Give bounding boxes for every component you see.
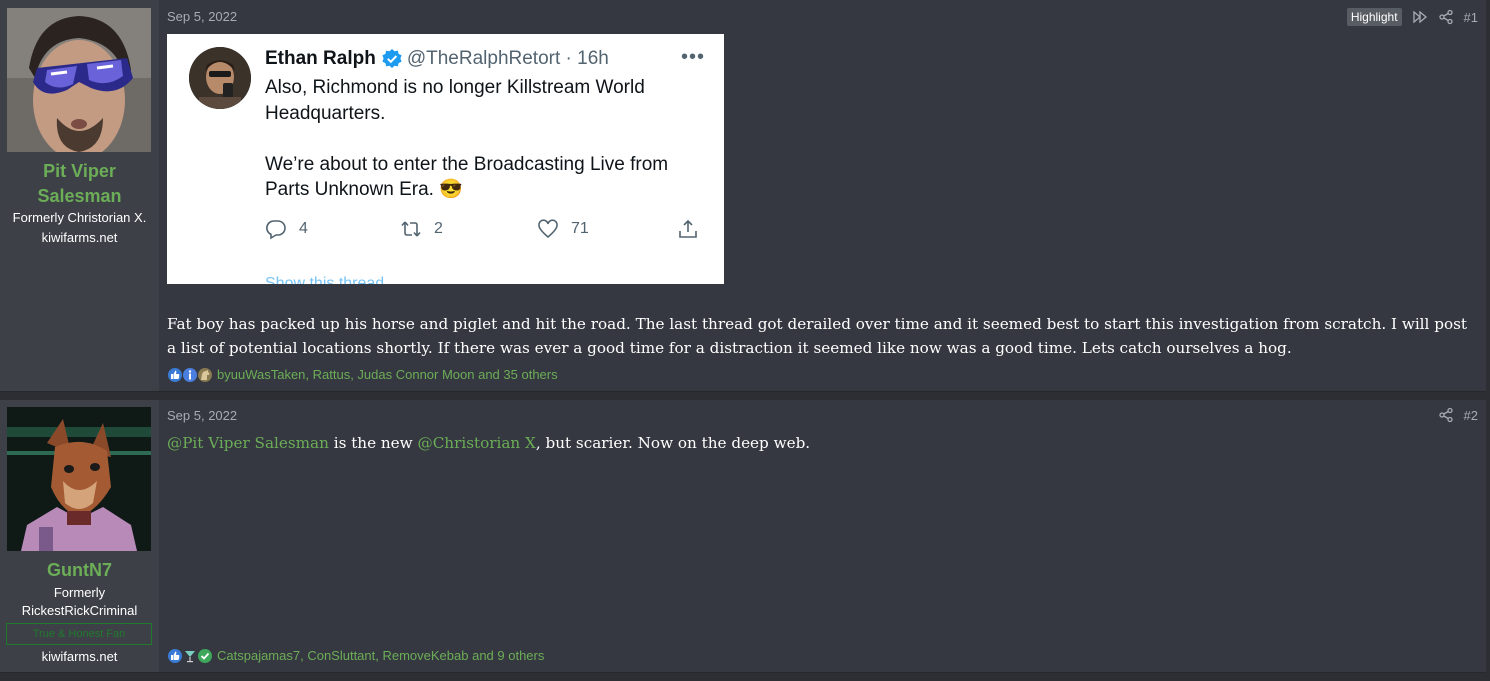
avatar[interactable]: [7, 407, 151, 551]
avatar[interactable]: [7, 8, 151, 152]
post-1: Pit Viper Salesman Formerly Christorian …: [0, 0, 1486, 392]
reply-icon: [266, 220, 286, 240]
user-title-line1: Formerly: [53, 585, 106, 600]
fast-forward-icon[interactable]: [1412, 9, 1428, 25]
upload-icon: [679, 219, 697, 238]
show-thread-link[interactable]: Show this thread: [265, 274, 415, 284]
tweet-text: Also, Richmond is no longer Killstream W…: [265, 75, 705, 203]
informative-icon: [183, 367, 197, 382]
user-title-line2: RickestRickCriminal: [21, 603, 138, 618]
tweet-header: Ethan Ralph @TheRalphRetort · 16h: [265, 48, 609, 70]
verified-badge-icon: [381, 48, 403, 70]
like-action[interactable]: 71: [537, 218, 589, 240]
reply-count: 4: [299, 220, 308, 237]
post-body: Fat boy has packed up his horse and pigl…: [167, 315, 1467, 357]
share-tweet-action[interactable]: [677, 218, 699, 240]
post-text: is the new: [328, 434, 418, 452]
post-tools: #2: [1438, 407, 1478, 423]
post-date[interactable]: Sep 5, 2022: [167, 9, 237, 24]
checkmark-icon: [198, 648, 212, 663]
mention-link[interactable]: @Christorian X: [418, 434, 536, 452]
user-title: Formerly Christorian X.: [12, 210, 147, 225]
retweet-action[interactable]: 2: [400, 218, 443, 240]
retweet-icon: [401, 221, 421, 237]
user-banner: True & Honest Fan: [6, 623, 152, 645]
post-number[interactable]: #1: [1464, 10, 1478, 25]
post-number[interactable]: #2: [1464, 408, 1478, 423]
post-tools: Highlight #1: [1346, 8, 1478, 26]
post-text: , but scarier. Now on the deep web.: [535, 434, 811, 452]
share-icon[interactable]: [1438, 407, 1454, 423]
username[interactable]: Pit Viper Salesman: [0, 159, 159, 209]
retweet-count: 2: [434, 220, 443, 237]
more-options-icon[interactable]: •••: [681, 46, 705, 69]
post-2: GuntN7 Formerly RickestRickCriminal True…: [0, 400, 1486, 673]
share-icon[interactable]: [1438, 9, 1454, 25]
user-cell: Pit Viper Salesman Formerly Christorian …: [0, 0, 159, 391]
thumbs-up-icon: [168, 367, 182, 382]
reply-action[interactable]: 4: [265, 218, 308, 240]
embedded-tweet[interactable]: Ethan Ralph @TheRalphRetort · 16h ••• Al…: [167, 34, 724, 284]
reactions-bar[interactable]: byuuWasTaken, Rattus, Judas Connor Moon …: [168, 367, 558, 382]
post-date[interactable]: Sep 5, 2022: [167, 408, 237, 423]
thumbs-up-icon: [168, 648, 182, 663]
user-site: kiwifarms.net: [41, 230, 118, 245]
mention-link[interactable]: @Pit Viper Salesman: [167, 434, 329, 452]
reaction-users[interactable]: byuuWasTaken, Rattus, Judas Connor Moon …: [217, 367, 558, 382]
tweet-actions: 4 2 71: [265, 218, 705, 244]
tweet-author-name[interactable]: Ethan Ralph: [265, 48, 376, 70]
reactions-bar[interactable]: Catspajamas7, ConSluttant, RemoveKebab a…: [168, 648, 544, 663]
tweet-avatar[interactable]: [189, 47, 251, 109]
reaction-users[interactable]: Catspajamas7, ConSluttant, RemoveKebab a…: [217, 648, 544, 663]
username[interactable]: GuntN7: [0, 558, 159, 583]
user-site: kiwifarms.net: [41, 649, 118, 664]
tweet-text-line1: Also, Richmond is no longer Killstream W…: [265, 77, 645, 124]
highlight-button[interactable]: Highlight: [1346, 8, 1402, 26]
user-cell: GuntN7 Formerly RickestRickCriminal True…: [0, 400, 159, 672]
heart-icon: [538, 219, 558, 239]
like-count: 71: [571, 220, 589, 237]
tweet-handle[interactable]: @TheRalphRetort · 16h: [407, 48, 609, 70]
post-body: @Pit Viper Salesman is the new @Christor…: [167, 432, 1467, 456]
cocktail-icon: [183, 649, 197, 663]
horse-icon: [198, 367, 212, 382]
tweet-text-line2: We’re about to enter the Broadcasting Li…: [265, 153, 669, 201]
